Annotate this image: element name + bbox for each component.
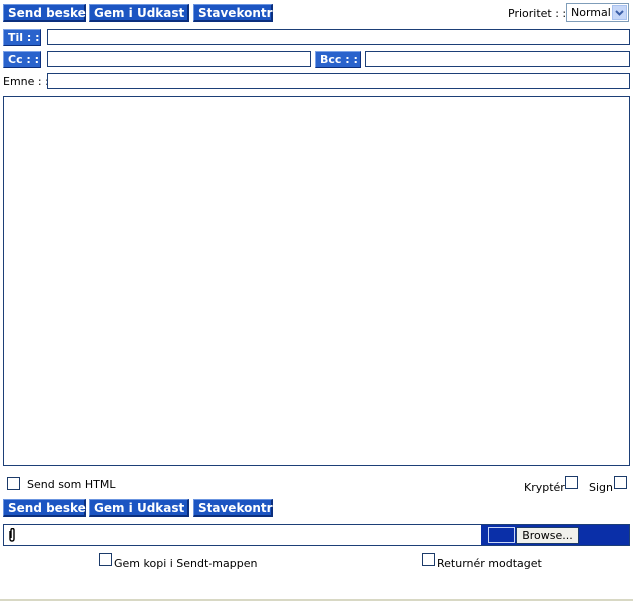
send-button[interactable]: Send besked xyxy=(3,4,94,22)
browse-label: Browse... xyxy=(522,529,573,542)
message-body[interactable] xyxy=(3,96,630,466)
save-draft-button[interactable]: Gem i Udkast xyxy=(89,4,189,22)
priority-label: Prioritet : : xyxy=(508,7,567,20)
subject-field[interactable] xyxy=(47,73,630,89)
encrypt-label: Kryptér xyxy=(524,481,565,494)
subject-label: Emne : : xyxy=(3,75,49,88)
spellcheck-button-bottom[interactable]: Stavekontrol xyxy=(193,499,285,517)
bcc-button[interactable]: Bcc : : xyxy=(315,51,361,68)
send-as-html-checkbox[interactable] xyxy=(7,477,20,490)
cc-field[interactable] xyxy=(47,51,311,67)
sign-checkbox[interactable] xyxy=(614,476,627,489)
bcc-field[interactable] xyxy=(365,51,630,67)
attachment-path-input[interactable] xyxy=(488,527,515,543)
sign-label: Sign xyxy=(589,481,613,494)
paperclip-icon xyxy=(9,528,15,542)
to-field[interactable] xyxy=(47,29,630,45)
save-copy-checkbox[interactable] xyxy=(99,553,112,566)
chevron-down-icon[interactable] xyxy=(612,5,627,20)
save-copy-label: Gem kopi i Sendt-mappen xyxy=(114,557,258,570)
return-receipt-checkbox[interactable] xyxy=(422,553,435,566)
attachment-file-field[interactable] xyxy=(4,525,481,545)
send-as-html-label: Send som HTML xyxy=(27,478,116,491)
to-button[interactable]: Til : : xyxy=(3,29,41,46)
priority-selected-value: Normal xyxy=(571,6,611,19)
send-button-bottom[interactable]: Send besked xyxy=(3,499,94,517)
browse-button[interactable]: Browse... xyxy=(516,527,579,544)
spellcheck-button[interactable]: Stavekontrol xyxy=(193,4,285,22)
return-receipt-label: Returnér modtaget xyxy=(437,557,542,570)
encrypt-checkbox[interactable] xyxy=(565,476,578,489)
priority-select[interactable]: Normal xyxy=(566,3,629,22)
save-draft-button-bottom[interactable]: Gem i Udkast xyxy=(89,499,189,517)
cc-button[interactable]: Cc : : xyxy=(3,51,41,68)
